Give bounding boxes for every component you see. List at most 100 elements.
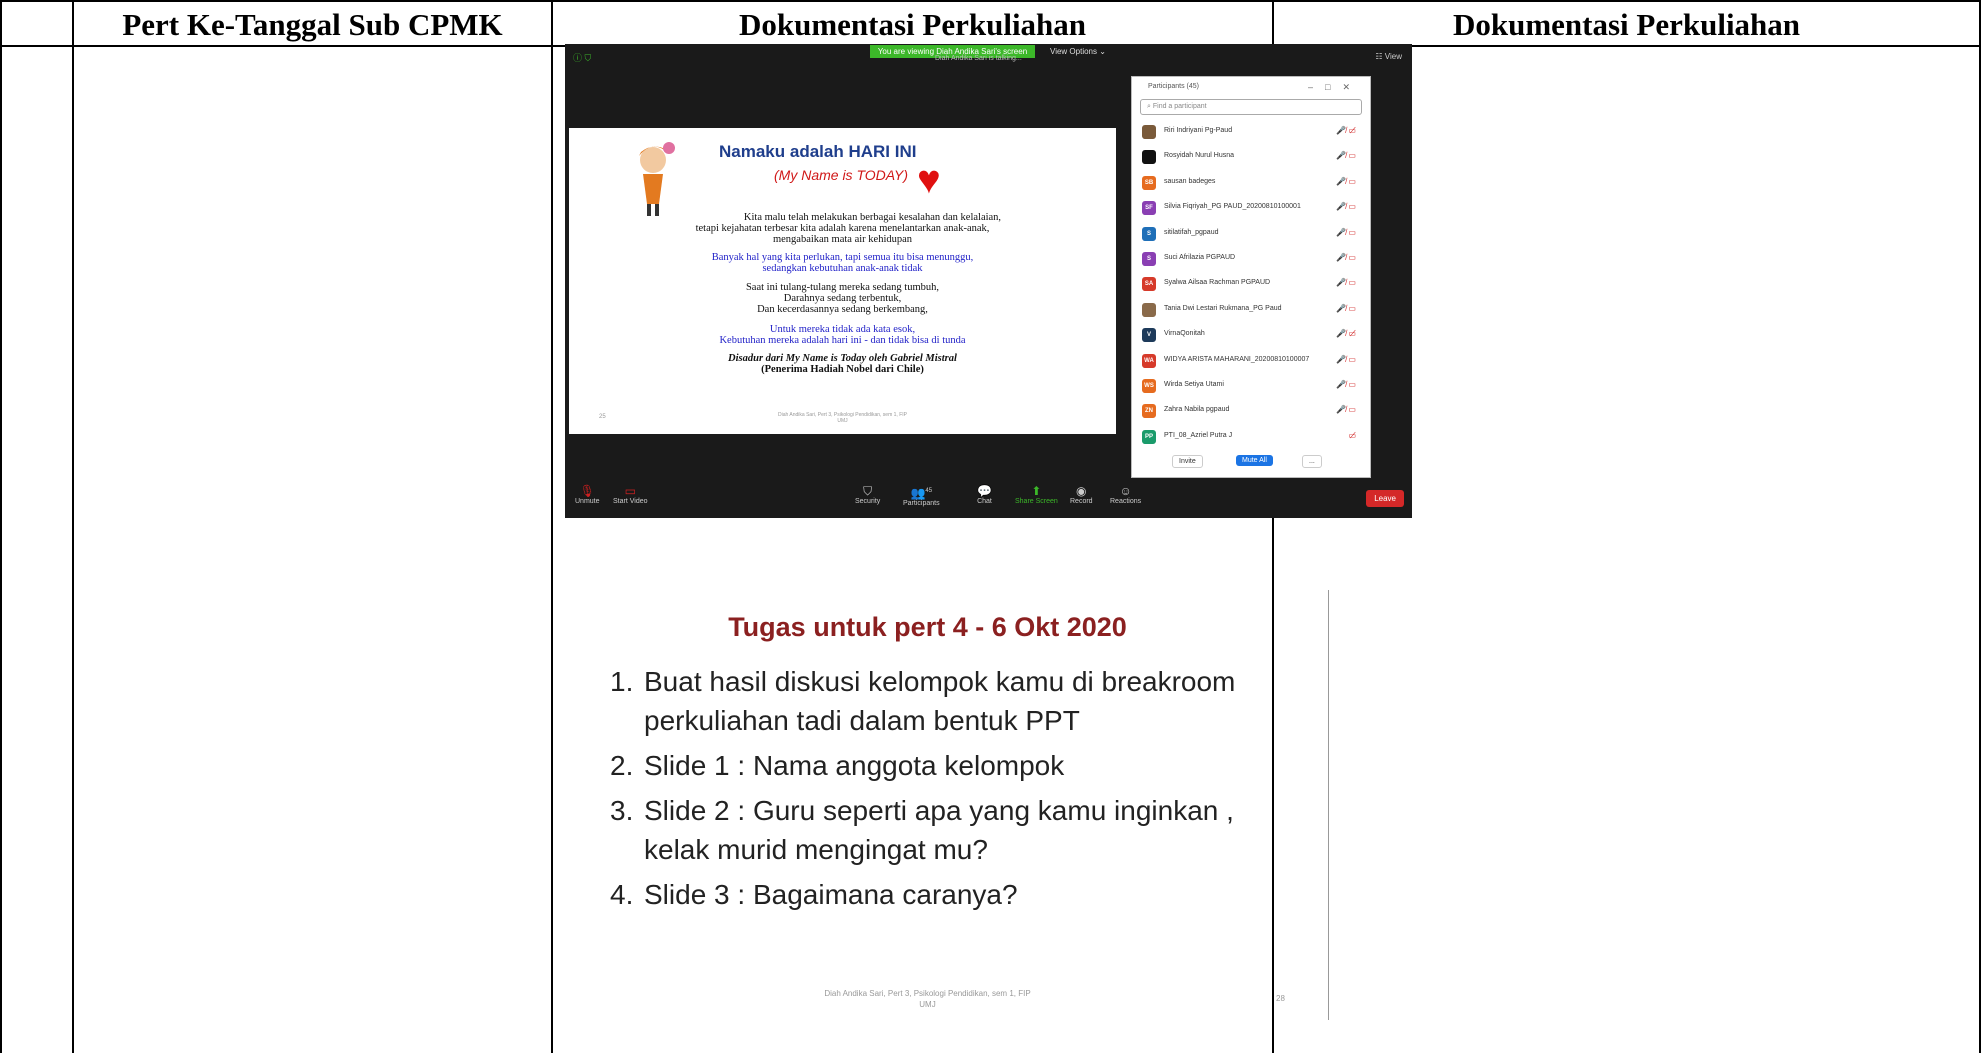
more-button[interactable]: ...	[1302, 455, 1322, 468]
mic-camera-status-icon: ▭̸	[1348, 430, 1356, 440]
assignment-list: 1. Buat hasil diskusi kelompok kamu di br…	[610, 662, 1250, 920]
avatar: PP	[1142, 429, 1156, 444]
mute-all-button[interactable]: Mute All	[1236, 455, 1273, 466]
slide-text: Disadur dari My Name is Today oleh Gabri…	[728, 353, 957, 364]
video-off-icon: ▭	[624, 484, 636, 498]
slide-text: Banyak hal yang kita perlukan, tapi semu…	[711, 252, 974, 263]
list-item: 2. Slide 1 : Nama anggota kelompok	[610, 750, 1065, 781]
mic-camera-status-icon: 🎤̸ ▭	[1336, 379, 1356, 389]
participant-row[interactable]: V VirnaQonitah 🎤̸ ▭̸	[1132, 322, 1370, 347]
slide-text: sedangkan kebutuhan anak-anak tidak	[762, 263, 923, 274]
assignment-footer: Diah Andika Sari, Pert 3, Psikologi Pend…	[565, 988, 1290, 1010]
participant-name: Riri Indriyani Pg-Paud	[1164, 127, 1233, 134]
assignment-slide: Tugas untuk pert 4 - 6 Okt 2020 1. Buat h…	[565, 560, 1290, 1015]
avatar: ZN	[1142, 404, 1156, 419]
meeting-info-icon[interactable]: ⓘ ⛉	[573, 51, 591, 64]
slide-text: Saat ini tulang-tulang mereka sedang tum…	[745, 282, 940, 293]
talking-indicator: Diah Andika Sari is talking...	[935, 55, 1022, 62]
participant-row[interactable]: Rosyidah Nurul Husna 🎤̸ ▭	[1132, 144, 1370, 169]
security-button[interactable]: ⛉ Security	[855, 484, 880, 505]
shield-icon: ⛉	[863, 484, 873, 498]
divider	[1328, 590, 1329, 1020]
avatar: WS	[1142, 378, 1156, 393]
slide-text: tetapi kejahatan terbesar kita adalah ka…	[695, 223, 990, 234]
unmute-button[interactable]: 🎙 Unmute	[575, 484, 600, 505]
mic-camera-status-icon: 🎤̸ ▭	[1336, 354, 1356, 364]
mic-camera-status-icon: 🎤̸ ▭	[1336, 405, 1356, 415]
mic-camera-status-icon: 🎤̸ ▭	[1336, 176, 1356, 186]
participant-row[interactable]: WA WIDYA ARISTA MAHARANI_20200810100007 🎤̸…	[1132, 348, 1370, 373]
meeting-toolbar: 🎙 Unmute ▭ Start Video ⛉ Security 👥45 Partic…	[565, 478, 1412, 518]
participant-row[interactable]: ZN Zahra Nabila pgpaud 🎤̸ ▭	[1132, 398, 1370, 423]
assignment-footer-line: UMJ	[919, 1000, 936, 1009]
avatar: SF	[1142, 201, 1156, 216]
participant-row[interactable]: Tania Dwi Lestari Rukmana_PG Paud 🎤̸ ▭	[1132, 297, 1370, 322]
assignment-page-number: 28	[1276, 994, 1285, 1003]
assignment-title: Tugas untuk pert 4 - 6 Okt 2020	[728, 612, 1127, 642]
mic-camera-status-icon: 🎤̸ ▭	[1336, 303, 1356, 313]
record-icon: ◉	[1076, 484, 1087, 498]
reactions-icon: ☺	[1119, 484, 1132, 498]
mic-camera-status-icon: 🎤̸ ▭̸	[1336, 126, 1356, 135]
participant-row[interactable]: SA Syalwa Ailsaa Rachman PGPAUD 🎤̸ ▭	[1132, 271, 1370, 296]
share-screen-icon: ⬆	[1031, 484, 1042, 498]
chat-button[interactable]: 💬 Chat	[977, 484, 992, 505]
participants-footer: Invite Mute All ...	[1132, 453, 1370, 469]
participant-name: Tania Dwi Lestari Rukmana_PG Paud	[1164, 304, 1282, 312]
slide-text: mengabaikan mata air kehidupan	[772, 234, 913, 245]
participants-icon: 👥45	[910, 486, 933, 500]
header-pert-tanggal: Pert Ke-Tanggal Sub CPMK	[122, 7, 503, 42]
participant-row[interactable]: WS Wirda Setiya Utami 🎤̸ ▭	[1132, 373, 1370, 398]
slide-subtitle: (My Name is TODAY)	[774, 167, 909, 183]
slide-text: Dan kecerdasannya sedang berkembang,	[757, 304, 928, 315]
participant-row[interactable]: SB sausan badeges 🎤̸ ▭	[1132, 170, 1370, 195]
participant-list: Riri Indriyani Pg-Paud 🎤̸ ▭̸ Rosyidah Nuru…	[1132, 119, 1370, 449]
table-col-border	[0, 0, 2, 1053]
slide-footer: Diah Andika Sari, Pert 3, Psikologi Pend…	[569, 412, 1116, 424]
table-top-border	[0, 0, 1981, 2]
participants-panel: Participants (45) –□✕ ⌕ Find a participa…	[1131, 76, 1371, 478]
slide-title: Namaku adalah HARI INI	[719, 142, 917, 161]
participants-title: Participants (45) –□✕	[1132, 77, 1370, 97]
shared-slide: Namaku adalah HARI INI (My Name is TODAY…	[569, 128, 1116, 434]
header-dokumentasi-2: Dokumentasi Perkuliahan	[1452, 7, 1801, 42]
avatar: S	[1142, 251, 1156, 266]
participant-row[interactable]: Ssitilatifah_pgpaud 🎤̸ ▭	[1132, 221, 1370, 246]
participant-name: Silvia Fiqriyah_PG PAUD_20200810100001	[1164, 203, 1301, 211]
start-video-button[interactable]: ▭ Start Video	[613, 484, 648, 505]
zoom-screenshot: ⓘ ⛉ You are viewing Diah Andika Sari's s…	[565, 44, 1412, 518]
participant-row[interactable]: S Suci Afrilazia PGPAUD 🎤̸ ▭	[1132, 246, 1370, 271]
participant-search-input[interactable]: ⌕ Find a participant	[1140, 99, 1362, 115]
list-item: 1. Buat hasil diskusi kelompok kamu di br…	[610, 666, 1236, 736]
participants-button[interactable]: 👥45 Participants	[903, 484, 940, 507]
slide-footer-line: UMJ	[837, 418, 848, 424]
chat-icon: 💬	[977, 484, 992, 498]
record-button[interactable]: ◉ Record	[1070, 484, 1093, 505]
participant-name: sitilatifah_pgpaud	[1164, 228, 1219, 236]
participant-row[interactable]: SF Silvia Fiqriyah_PG PAUD_20200810100001…	[1132, 195, 1370, 220]
participant-name: VirnaQonitah	[1164, 330, 1205, 338]
participant-name: Suci Afrilazia PGPAUD	[1164, 253, 1236, 261]
participant-name: PTI_08_Azriel Putra J	[1164, 431, 1233, 439]
girl-illustration	[639, 142, 675, 216]
assignment-footer-line: Diah Andika Sari, Pert 3, Psikologi Pend…	[824, 989, 1031, 998]
leave-button[interactable]: Leave	[1366, 490, 1404, 507]
participant-name: WIDYA ARISTA MAHARANI_20200810100007	[1164, 355, 1310, 363]
slide-text: Kebutuhan mereka adalah hari ini - dan t…	[719, 335, 966, 346]
view-options-button[interactable]: View Options ⌄	[1050, 45, 1106, 58]
window-controls-icon[interactable]: –□✕	[1308, 77, 1362, 97]
invite-button[interactable]: Invite	[1172, 455, 1203, 468]
participant-name: Rosyidah Nurul Husna	[1164, 152, 1235, 160]
slide-text: Darahnya sedang terbentuk,	[783, 293, 902, 304]
participant-name: Wirda Setiya Utami	[1164, 380, 1224, 388]
view-button[interactable]: ☷ View	[1375, 52, 1402, 61]
reactions-button[interactable]: ☺ Reactions	[1110, 484, 1141, 505]
share-screen-button[interactable]: ⬆ Share Screen	[1015, 484, 1058, 505]
slide-text: Untuk mereka tidak ada kata esok,	[769, 324, 916, 335]
mic-camera-status-icon: 🎤̸ ▭	[1336, 227, 1356, 237]
table-col-border	[72, 0, 74, 1053]
microphone-muted-icon: 🎙	[579, 484, 595, 498]
participant-row[interactable]: PP PTI_08_Azriel Putra J ▭̸	[1132, 424, 1370, 449]
avatar: SA	[1142, 277, 1156, 292]
participant-row[interactable]: Riri Indriyani Pg-Paud 🎤̸ ▭̸	[1132, 119, 1370, 144]
